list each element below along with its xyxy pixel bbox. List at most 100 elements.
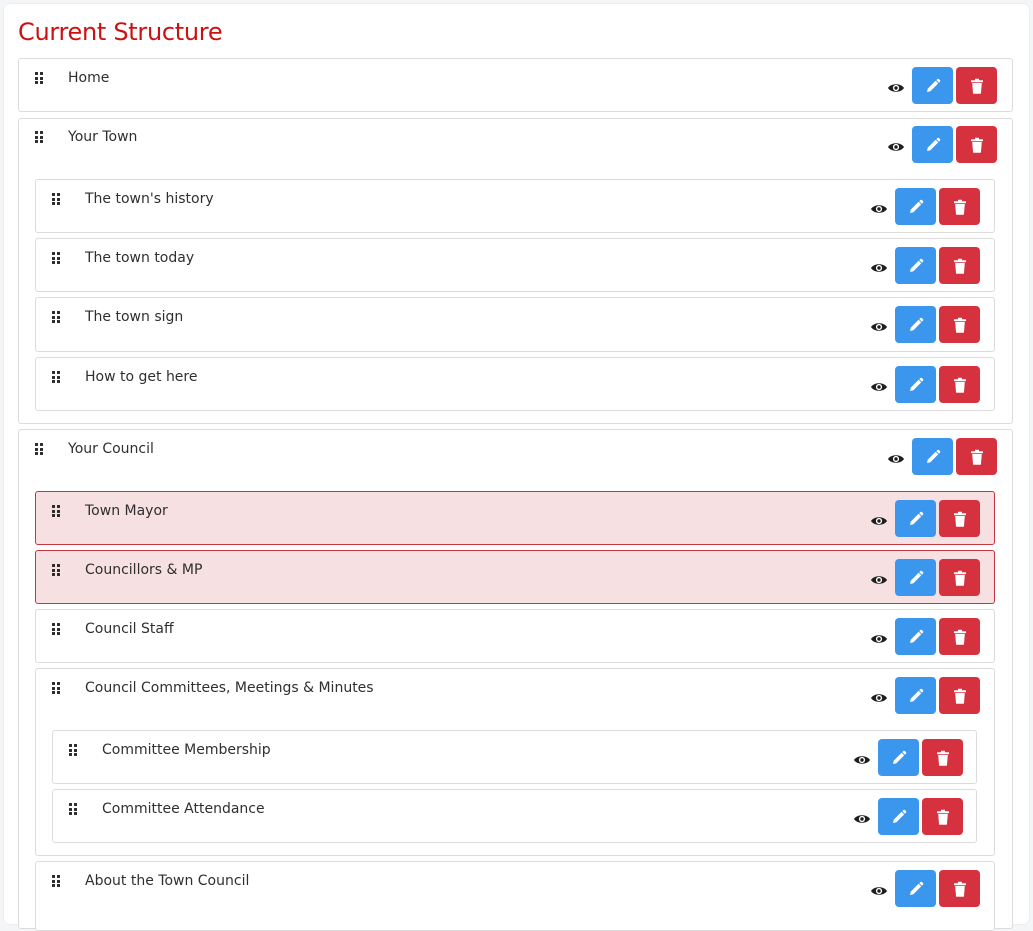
edit-button[interactable]	[895, 677, 936, 714]
pencil-icon	[908, 688, 924, 704]
delete-button[interactable]	[956, 438, 997, 475]
delete-button[interactable]	[939, 306, 980, 343]
edit-button[interactable]	[912, 126, 953, 163]
drag-handle-icon[interactable]	[52, 623, 60, 635]
edit-button[interactable]	[895, 306, 936, 343]
eye-icon[interactable]	[870, 512, 888, 525]
item-label: Committee Membership	[102, 742, 271, 758]
item-label: Council Committees, Meetings & Minutes	[85, 680, 374, 696]
page-title: Current Structure	[18, 18, 223, 46]
item-label: Committee Attendance	[102, 801, 265, 817]
edit-button[interactable]	[912, 67, 953, 104]
eye-icon[interactable]	[870, 378, 888, 391]
trash-icon	[935, 809, 951, 825]
drag-handle-icon[interactable]	[52, 252, 60, 264]
pencil-icon	[908, 317, 924, 333]
trash-icon	[969, 449, 985, 465]
eye-icon[interactable]	[870, 200, 888, 213]
drag-handle-icon[interactable]	[69, 803, 77, 815]
delete-button[interactable]	[939, 559, 980, 596]
trash-icon	[952, 199, 968, 215]
pencil-icon	[891, 750, 907, 766]
pencil-icon	[925, 78, 941, 94]
structure-item-council-staff[interactable]	[35, 609, 995, 663]
edit-button[interactable]	[895, 870, 936, 907]
edit-button[interactable]	[895, 559, 936, 596]
trash-icon	[969, 137, 985, 153]
delete-button[interactable]	[956, 126, 997, 163]
edit-button[interactable]	[895, 247, 936, 284]
delete-button[interactable]	[922, 739, 963, 776]
structure-item-town-mayor[interactable]	[35, 491, 995, 545]
structure-item-home[interactable]	[18, 58, 1013, 112]
delete-button[interactable]	[939, 247, 980, 284]
edit-button[interactable]	[878, 798, 919, 835]
drag-handle-icon[interactable]	[52, 682, 60, 694]
drag-handle-icon[interactable]	[52, 193, 60, 205]
delete-button[interactable]	[922, 798, 963, 835]
item-label: Home	[68, 70, 110, 86]
pencil-icon	[925, 449, 941, 465]
eye-icon[interactable]	[887, 138, 905, 151]
edit-button[interactable]	[895, 188, 936, 225]
drag-handle-icon[interactable]	[35, 131, 43, 143]
trash-icon	[952, 317, 968, 333]
pencil-icon	[908, 629, 924, 645]
item-label: Council Staff	[85, 621, 174, 637]
pencil-icon	[891, 809, 907, 825]
edit-button[interactable]	[895, 366, 936, 403]
item-label: The town's history	[85, 191, 214, 207]
item-label: Councillors & MP	[85, 562, 203, 578]
drag-handle-icon[interactable]	[52, 371, 60, 383]
edit-button[interactable]	[895, 618, 936, 655]
drag-handle-icon[interactable]	[52, 564, 60, 576]
trash-icon	[952, 629, 968, 645]
pencil-icon	[908, 511, 924, 527]
item-label: About the Town Council	[85, 873, 250, 889]
trash-icon	[935, 750, 951, 766]
delete-button[interactable]	[939, 677, 980, 714]
edit-button[interactable]	[912, 438, 953, 475]
drag-handle-icon[interactable]	[35, 72, 43, 84]
pencil-icon	[908, 377, 924, 393]
item-label: The town sign	[85, 309, 184, 325]
pencil-icon	[908, 258, 924, 274]
eye-icon[interactable]	[870, 882, 888, 895]
item-label: How to get here	[85, 369, 198, 385]
eye-icon[interactable]	[887, 79, 905, 92]
eye-icon[interactable]	[870, 689, 888, 702]
drag-handle-icon[interactable]	[69, 744, 77, 756]
item-label: The town today	[85, 250, 195, 266]
drag-handle-icon[interactable]	[35, 443, 43, 455]
trash-icon	[952, 688, 968, 704]
trash-icon	[952, 511, 968, 527]
edit-button[interactable]	[895, 500, 936, 537]
delete-button[interactable]	[939, 366, 980, 403]
eye-icon[interactable]	[887, 450, 905, 463]
trash-icon	[952, 377, 968, 393]
delete-button[interactable]	[939, 870, 980, 907]
pencil-icon	[925, 137, 941, 153]
pencil-icon	[908, 199, 924, 215]
edit-button[interactable]	[878, 739, 919, 776]
eye-icon[interactable]	[853, 810, 871, 823]
trash-icon	[952, 881, 968, 897]
eye-icon[interactable]	[853, 751, 871, 764]
pencil-icon	[908, 570, 924, 586]
eye-icon[interactable]	[870, 259, 888, 272]
delete-button[interactable]	[939, 188, 980, 225]
drag-handle-icon[interactable]	[52, 505, 60, 517]
eye-icon[interactable]	[870, 318, 888, 331]
delete-button[interactable]	[939, 500, 980, 537]
item-label: Your Town	[68, 129, 138, 145]
drag-handle-icon[interactable]	[52, 875, 60, 887]
delete-button[interactable]	[939, 618, 980, 655]
trash-icon	[969, 78, 985, 94]
drag-handle-icon[interactable]	[52, 311, 60, 323]
trash-icon	[952, 258, 968, 274]
eye-icon[interactable]	[870, 571, 888, 584]
delete-button[interactable]	[956, 67, 997, 104]
item-label: Your Council	[68, 441, 154, 457]
eye-icon[interactable]	[870, 630, 888, 643]
trash-icon	[952, 570, 968, 586]
